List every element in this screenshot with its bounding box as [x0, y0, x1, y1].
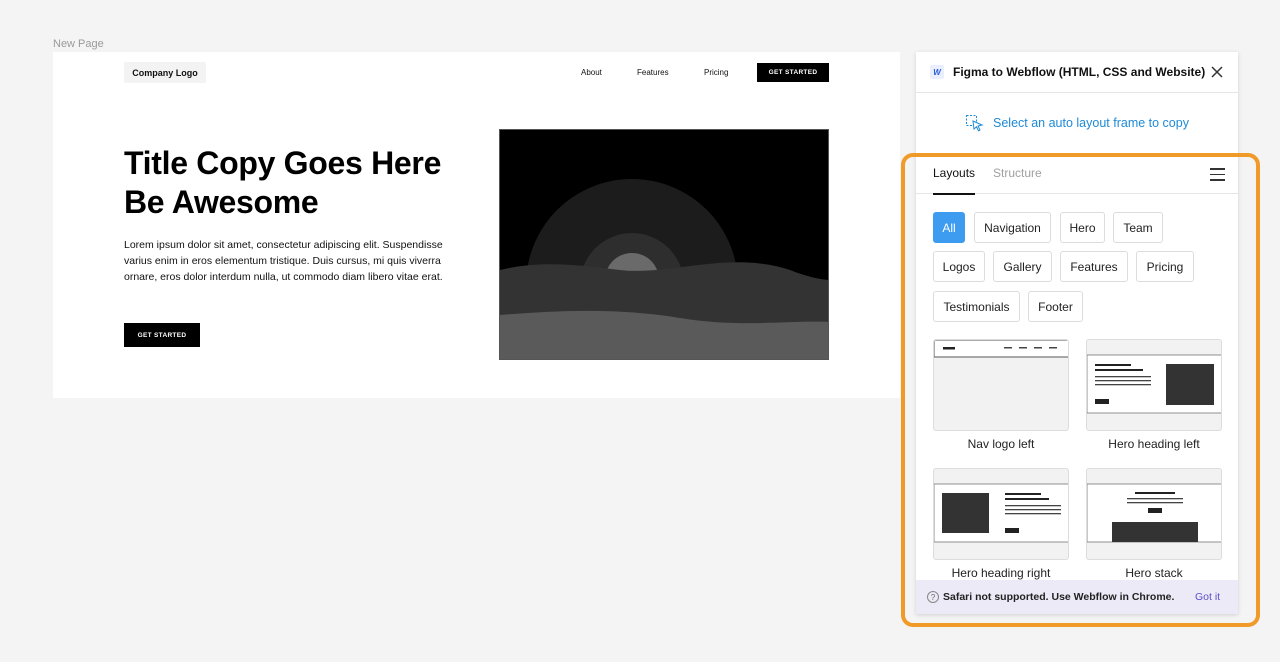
- hero-title: Title Copy Goes Here Be Awesome: [124, 145, 442, 220]
- webflow-icon: W: [930, 65, 944, 79]
- nav-layout-thumbnail: [934, 340, 1068, 358]
- layout-card-hero-heading-left[interactable]: [1086, 339, 1222, 431]
- layout-card-label: Nav logo left: [967, 437, 1035, 451]
- notice-text: Safari not supported. Use Webflow in Chr…: [943, 591, 1175, 603]
- question-icon: ?: [927, 591, 939, 603]
- select-frame-hint: Select an auto layout frame to copy: [916, 93, 1238, 153]
- browser-notice-bar: ? Safari not supported. Use Webflow in C…: [916, 580, 1238, 614]
- design-frame[interactable]: Company Logo About Features Pricing GET …: [53, 52, 900, 398]
- filter-chip-pricing[interactable]: Pricing: [1136, 251, 1194, 282]
- layout-card-label: Hero stack: [1125, 566, 1183, 580]
- layout-card-label: Hero heading left: [1108, 437, 1200, 451]
- panel-title: Figma to Webflow (HTML, CSS and Website): [953, 65, 1206, 79]
- page-label: New Page: [53, 38, 104, 50]
- tab-layouts[interactable]: Layouts: [933, 166, 976, 195]
- hero-image-placeholder: [499, 129, 829, 360]
- hamburger-menu-icon[interactable]: [1210, 168, 1225, 181]
- filter-chip-hero[interactable]: Hero: [1060, 212, 1105, 243]
- filter-chip-all[interactable]: All: [933, 212, 965, 243]
- tab-structure[interactable]: Structure: [993, 166, 1042, 180]
- filter-chip-footer[interactable]: Footer: [1028, 291, 1083, 322]
- panel-tabs: Layouts Structure: [916, 153, 1238, 195]
- filter-chip-logos[interactable]: Logos: [933, 251, 985, 282]
- layout-card-nav-logo-left[interactable]: [933, 339, 1069, 431]
- hero-get-started-button[interactable]: GET STARTED: [124, 323, 200, 347]
- hero-right-layout-thumbnail: [934, 483, 1068, 543]
- nav-get-started-button[interactable]: GET STARTED: [757, 63, 829, 82]
- hero-left-layout-thumbnail: [1087, 354, 1221, 414]
- select-hint-text: Select an auto layout frame to copy: [993, 116, 1189, 130]
- figma-to-webflow-plugin-panel: W Figma to Webflow (HTML, CSS and Websit…: [916, 52, 1238, 614]
- got-it-link[interactable]: Got it: [1195, 591, 1220, 603]
- panel-header: W Figma to Webflow (HTML, CSS and Websit…: [916, 52, 1238, 93]
- nav-link-about[interactable]: About: [581, 68, 602, 77]
- filter-chip-team[interactable]: Team: [1113, 212, 1163, 243]
- landscape-illustration: [500, 130, 828, 359]
- frame-select-cursor-icon: [965, 114, 984, 132]
- nav-link-pricing[interactable]: Pricing: [704, 68, 728, 77]
- hero-body: Lorem ipsum dolor sit amet, consectetur …: [124, 239, 443, 283]
- filter-chip-features[interactable]: Features: [1060, 251, 1128, 282]
- filter-chip-navigation[interactable]: Navigation: [974, 212, 1051, 243]
- close-icon[interactable]: [1209, 64, 1225, 80]
- layout-card-label: Hero heading right: [951, 566, 1051, 580]
- hero-stack-layout-thumbnail: [1087, 483, 1221, 543]
- nav-link-features[interactable]: Features: [637, 68, 669, 77]
- filter-chip-testimonials[interactable]: Testimonials: [933, 291, 1020, 322]
- layout-card-hero-stack[interactable]: [1086, 468, 1222, 560]
- layout-card-hero-heading-right[interactable]: [933, 468, 1069, 560]
- company-logo: Company Logo: [124, 62, 206, 83]
- filter-chip-gallery[interactable]: Gallery: [993, 251, 1052, 282]
